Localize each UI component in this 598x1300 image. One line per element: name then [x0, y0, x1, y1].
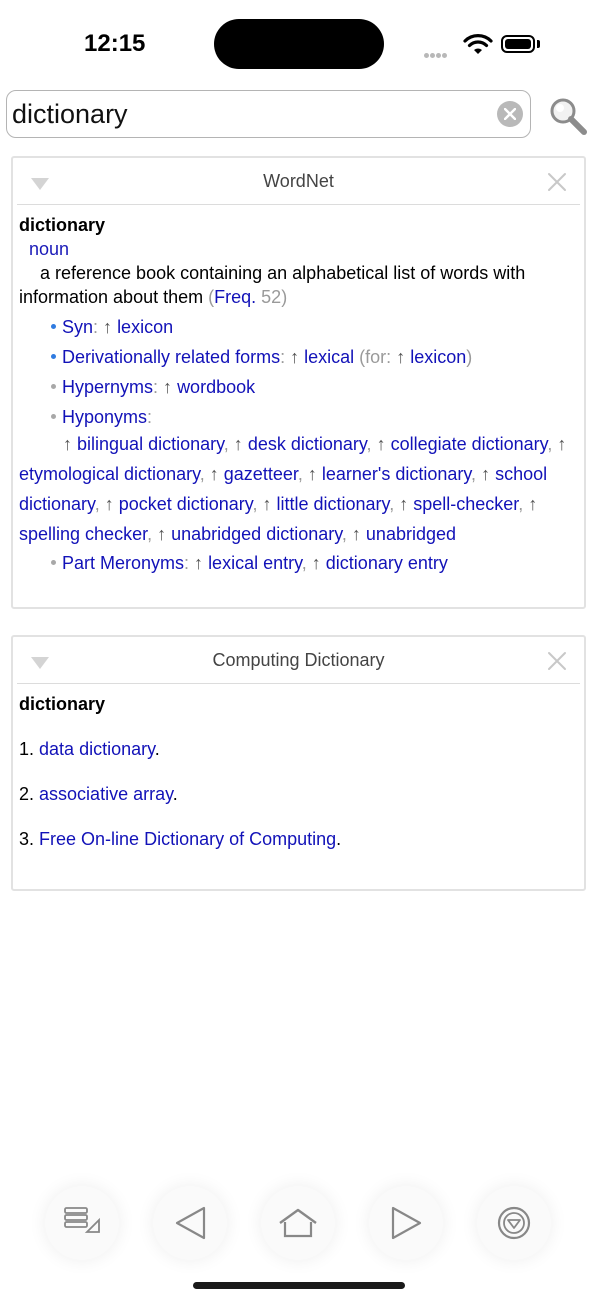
hypernyms-row: Hypernyms: ↑ wordbook — [19, 375, 578, 399]
close-icon[interactable] — [546, 650, 568, 672]
home-button[interactable] — [261, 1186, 335, 1260]
cellular-signal-icon — [424, 45, 448, 63]
computing-headword: dictionary — [19, 694, 106, 714]
up-arrow-icon: ↑ — [528, 494, 538, 514]
history-list-button[interactable] — [45, 1186, 119, 1260]
computing-entry: dictionary 1. data dictionary. 2. associ… — [13, 684, 584, 850]
bullet-icon — [51, 323, 56, 329]
hyponym-item[interactable]: bilingual dictionary — [77, 434, 224, 454]
wordnet-panel-header: WordNet — [17, 158, 580, 205]
hyponym-item[interactable]: spelling checker — [19, 524, 147, 544]
part-of-speech: noun — [29, 239, 70, 259]
bottom-toolbar — [0, 1186, 598, 1262]
up-arrow-icon: ↑ — [307, 464, 317, 484]
search-field — [6, 90, 531, 138]
menu-button[interactable] — [477, 1186, 551, 1260]
hyponym-item[interactable]: unabridged dictionary — [171, 524, 342, 544]
list-item: 2. associative array. — [19, 784, 178, 804]
hypernyms-label[interactable]: Hypernyms — [62, 377, 153, 397]
list-item-link[interactable]: data dictionary — [39, 739, 155, 759]
clear-search-button[interactable] — [497, 101, 523, 127]
up-arrow-icon: ↑ — [557, 434, 567, 454]
hypernym-item[interactable]: wordbook — [177, 377, 255, 397]
search-input[interactable] — [12, 91, 482, 137]
battery-icon — [501, 35, 535, 53]
hyponym-item[interactable]: etymological dictionary — [19, 464, 200, 484]
meronyms-row: Part Meronyms: ↑ lexical entry, ↑ dictio… — [19, 551, 578, 575]
status-time: 12:15 — [84, 30, 146, 57]
hyponyms-row: Hyponyms: — [19, 405, 578, 429]
hyponyms-list: ↑ bilingual dictionary, ↑ desk dictionar… — [19, 434, 567, 544]
list-item: 1. data dictionary. — [19, 739, 160, 759]
wordnet-panel-title: WordNet — [263, 171, 334, 191]
hyponym-item[interactable]: learner's dictionary — [322, 464, 471, 484]
list-item-link[interactable]: Free On-line Dictionary of Computing — [39, 829, 336, 849]
list-item: 3. Free On-line Dictionary of Computing. — [19, 829, 342, 849]
bullet-icon — [51, 413, 56, 419]
up-arrow-icon: ↑ — [481, 464, 491, 484]
hyponym-item[interactable]: gazetteer — [224, 464, 298, 484]
battery-cap — [537, 40, 540, 48]
up-arrow-icon: ↑ — [351, 524, 361, 544]
hyponym-item[interactable]: desk dictionary — [248, 434, 367, 454]
up-arrow-icon: ↑ — [399, 494, 409, 514]
wordnet-headword: dictionary — [19, 215, 106, 235]
derivational-row: Derivationally related forms: ↑ lexical … — [19, 345, 578, 369]
synonyms-row: Syn: ↑ lexicon — [19, 315, 578, 339]
up-arrow-icon: ↑ — [104, 494, 114, 514]
freq-value: 52 — [261, 287, 282, 307]
dynamic-island — [214, 19, 384, 69]
back-button[interactable] — [153, 1186, 227, 1260]
list-item-link[interactable]: associative array — [39, 784, 173, 804]
deriv-for-item[interactable]: lexicon — [410, 347, 466, 367]
up-arrow-icon: ↑ — [209, 464, 219, 484]
up-arrow-icon: ↑ — [63, 434, 72, 454]
bullet-icon — [51, 353, 56, 359]
home-indicator — [193, 1282, 405, 1289]
history-list-icon — [64, 1207, 100, 1233]
meronym-item[interactable]: dictionary entry — [326, 553, 448, 573]
deriv-item[interactable]: lexical — [304, 347, 354, 367]
wordnet-panel: WordNet dictionary noun a reference book… — [11, 156, 586, 609]
hyponym-item[interactable]: spell-checker — [413, 494, 518, 514]
home-icon — [279, 1208, 317, 1238]
meronym-item[interactable]: lexical entry — [208, 553, 302, 573]
hyponym-item[interactable]: pocket dictionary — [119, 494, 253, 514]
close-icon[interactable] — [546, 171, 568, 193]
syn-item[interactable]: lexicon — [117, 317, 173, 337]
hyponym-item[interactable]: unabridged — [366, 524, 456, 544]
computing-panel-title: Computing Dictionary — [212, 650, 385, 670]
circle-down-icon — [497, 1206, 531, 1240]
wordnet-entry: dictionary noun a reference book contain… — [13, 205, 584, 575]
bullet-icon — [51, 559, 56, 565]
clear-x-icon — [504, 108, 516, 120]
hyponym-item[interactable]: collegiate dictionary — [391, 434, 548, 454]
up-arrow-icon: ↑ — [233, 434, 243, 454]
search-magnifier-icon[interactable] — [548, 96, 588, 136]
deriv-label[interactable]: Derivationally related forms — [62, 347, 280, 367]
definition: a reference book containing an alphabeti… — [19, 263, 526, 307]
computing-panel-header: Computing Dictionary — [17, 637, 580, 684]
syn-label[interactable]: Syn — [62, 317, 93, 337]
computing-dictionary-panel: Computing Dictionary dictionary 1. data … — [11, 635, 586, 891]
status-bar: 12:15 — [0, 0, 598, 88]
bullet-icon — [51, 383, 56, 389]
meronyms-label[interactable]: Part Meronyms — [62, 553, 184, 573]
hyponyms-label[interactable]: Hyponyms — [62, 407, 147, 427]
back-triangle-icon — [175, 1206, 206, 1240]
hyponym-item[interactable]: little dictionary — [277, 494, 390, 514]
up-arrow-icon: ↑ — [157, 524, 167, 544]
wifi-icon — [463, 34, 493, 54]
up-arrow-icon: ↑ — [376, 434, 386, 454]
forward-triangle-icon — [391, 1206, 422, 1240]
up-arrow-icon: ↑ — [262, 494, 272, 514]
forward-button[interactable] — [369, 1186, 443, 1260]
freq-link[interactable]: Freq. — [214, 287, 256, 307]
deriv-for-label: for: — [365, 347, 392, 367]
